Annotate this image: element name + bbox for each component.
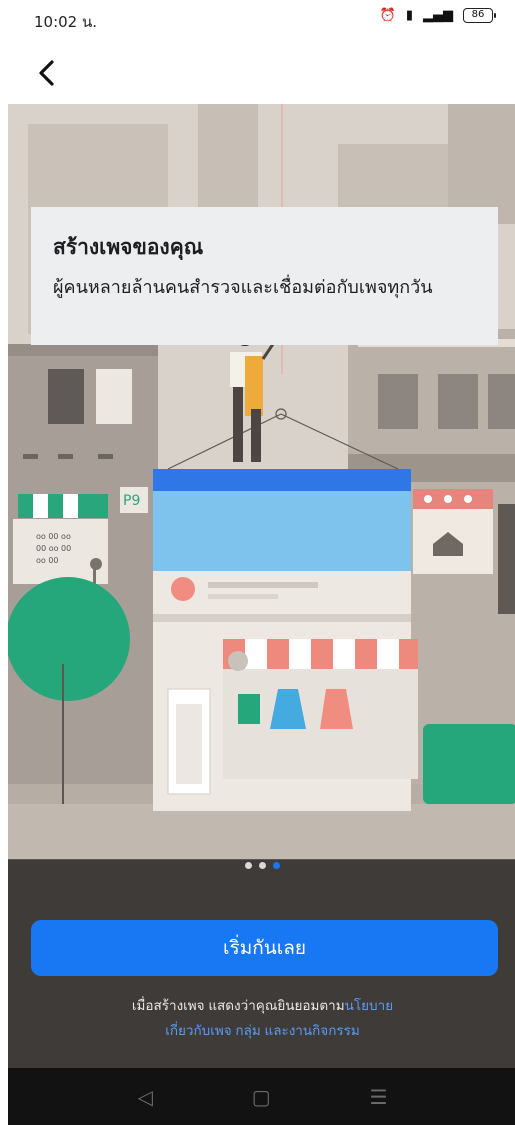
page-dot-active[interactable] [273, 862, 280, 869]
menu-line: oo 00 [36, 556, 59, 565]
page-dot[interactable] [245, 862, 252, 869]
card-title: สร้างเพจของคุณ [53, 236, 204, 259]
terms-text: เมื่อสร้างเพจ แสดงว่าคุณยินยอมตามนโยบาย … [8, 993, 515, 1043]
terms-prefix: เมื่อสร้างเพจ แสดงว่าคุณยินยอมตาม [131, 998, 345, 1013]
chevron-left-icon [39, 60, 54, 86]
shop-sign-text: P9 [123, 493, 140, 509]
pages-groups-events-link[interactable]: เกี่ยวกับเพจ กลุ่ม และงานกิจกรรม [165, 1023, 360, 1038]
page-dot[interactable] [259, 862, 266, 869]
vibrate-icon: ▮ [405, 8, 413, 23]
menu-line: 00 oo 00 [36, 544, 71, 553]
menu-nav-icon[interactable]: ☰ [370, 1085, 388, 1109]
menu-line: oo 00 oo [36, 532, 71, 541]
battery-icon: 86 [463, 8, 496, 23]
home-nav-icon[interactable]: ▢ [252, 1085, 271, 1109]
intro-card: สร้างเพจของคุณ ผู้คนหลายล้านคนสำรวจและเช… [31, 207, 498, 345]
status-time: 10:02 น. [34, 13, 98, 31]
system-nav-bar: ◁ ▢ ☰ [8, 1068, 515, 1125]
policy-link[interactable]: นโยบาย [345, 998, 393, 1013]
status-bar: 10:02 น. ⏰ ▮ ▂▄▆ 86 [0, 0, 515, 40]
alarm-icon: ⏰ [379, 8, 396, 23]
signal-icon: ▂▄▆ [423, 8, 453, 23]
get-started-button[interactable]: เริ่มกันเลย [31, 920, 498, 976]
card-description: ผู้คนหลายล้านคนสำรวจและเชื่อมต่อกับเพจทุ… [53, 277, 433, 297]
page-indicator [0, 862, 515, 869]
status-icons: ⏰ ▮ ▂▄▆ 86 [379, 8, 496, 23]
back-nav-icon[interactable]: ◁ [137, 1085, 152, 1109]
back-button[interactable] [32, 55, 62, 91]
